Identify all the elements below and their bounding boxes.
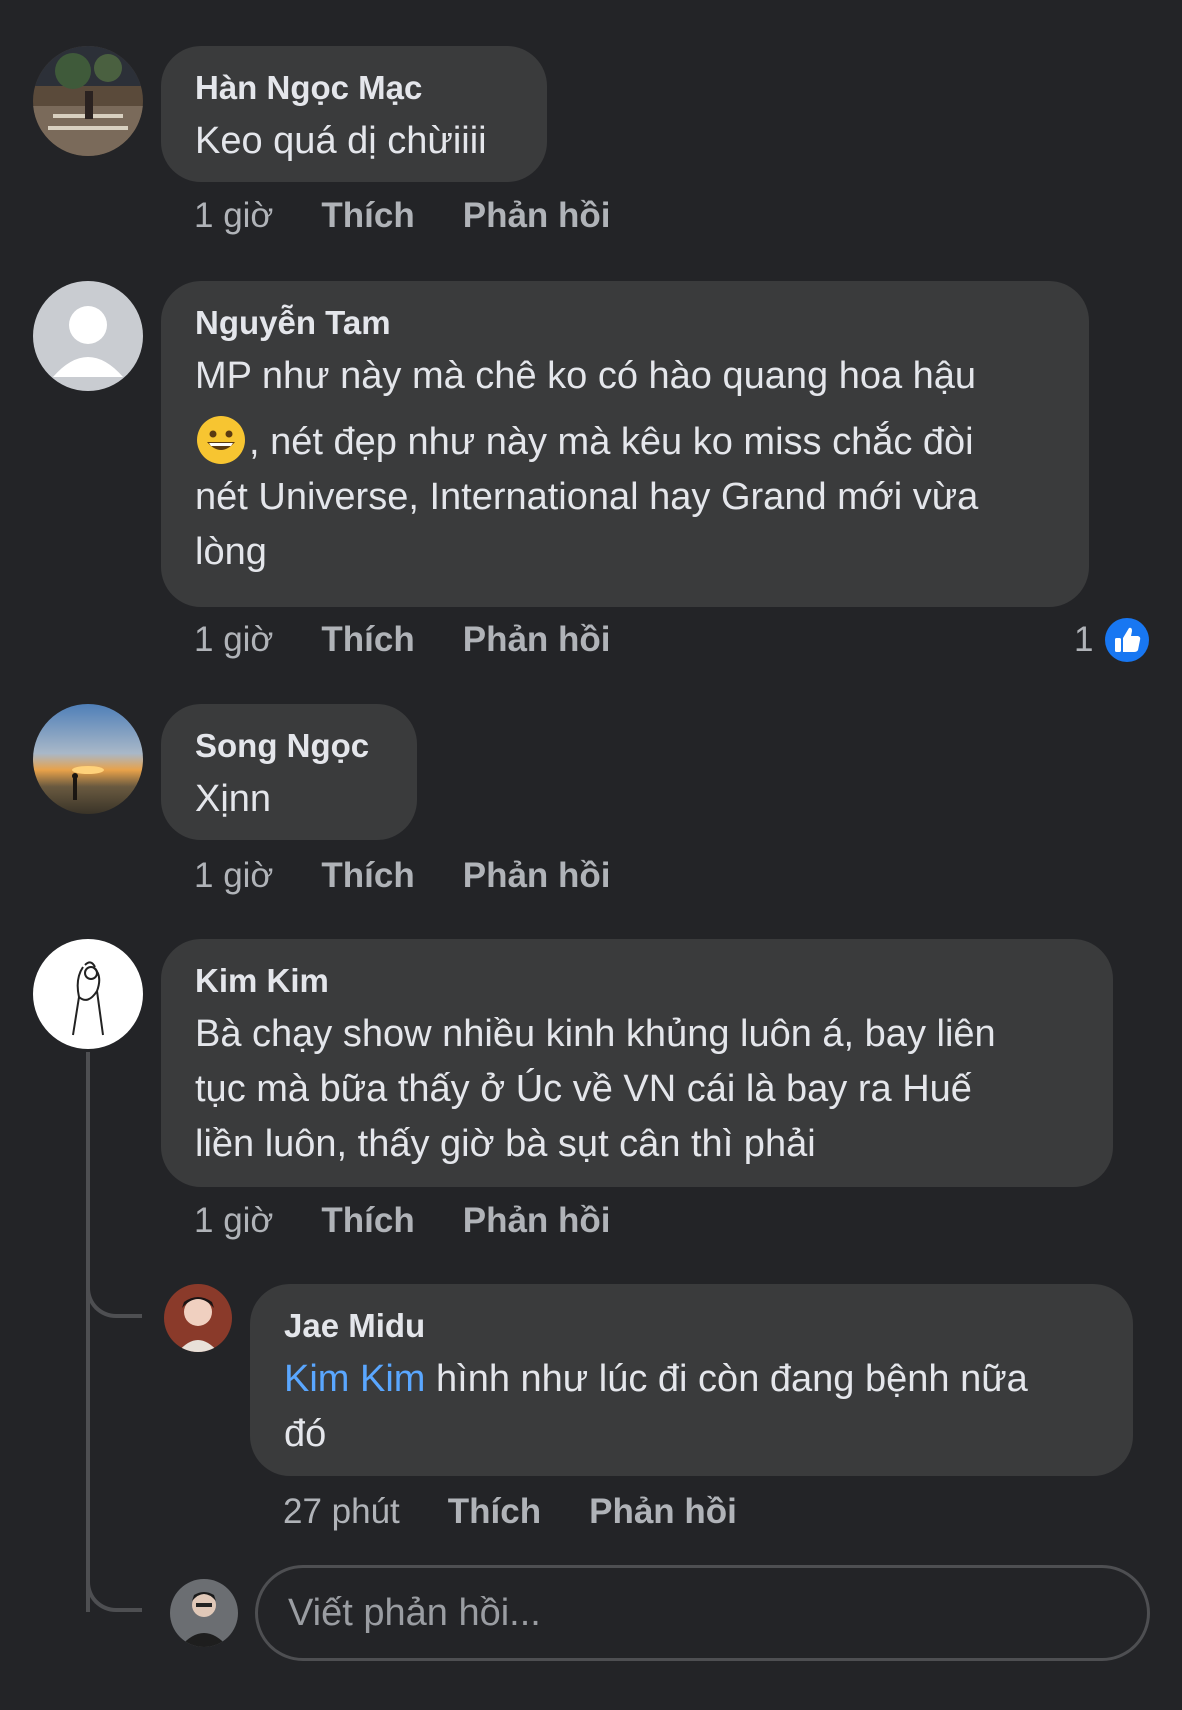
comment-actions: 1 giờ Thích Phản hồi	[194, 620, 659, 660]
comment-text-line: lòng	[195, 531, 267, 573]
comment-text-segment: , nét đẹp như này mà kêu ko miss chắc đò…	[249, 421, 974, 463]
like-button[interactable]: Thích	[321, 856, 414, 896]
reply-text-line: đó	[284, 1413, 327, 1455]
reply-button[interactable]: Phản hồi	[463, 196, 611, 236]
comment-text-line: nét Universe, International hay Grand mớ…	[195, 476, 979, 518]
thread-branch	[86, 1560, 142, 1612]
reply-time[interactable]: 27 phút	[283, 1492, 400, 1532]
comment-time[interactable]: 1 giờ	[194, 620, 273, 660]
comment-author[interactable]: Nguyễn Tam	[195, 303, 1055, 343]
comment-author[interactable]: Kim Kim	[195, 961, 1079, 1001]
mention-link[interactable]: Kim Kim	[284, 1358, 425, 1400]
grinning-face-emoji	[197, 416, 245, 464]
like-badge-icon	[1105, 618, 1150, 662]
like-button[interactable]: Thích	[448, 1492, 541, 1532]
reply-text-segment: hình như lúc đi còn đang bệnh nữa	[425, 1358, 1028, 1400]
comment-text-line-with-emoji: , nét đẹp như này mà kêu ko miss chắc đò…	[195, 414, 1055, 470]
reply-button[interactable]: Phản hồi	[463, 1201, 611, 1241]
comment-text-line: tục mà bữa thấy ở Úc về VN cái là bay ra…	[195, 1068, 972, 1110]
comment-author[interactable]: Hàn Ngọc Mạc	[195, 68, 513, 108]
thread-line	[86, 1052, 90, 1612]
current-user-avatar	[170, 1579, 238, 1647]
reply-actions: 27 phút Thích Phản hồi	[283, 1492, 785, 1532]
avatar[interactable]	[33, 46, 143, 156]
comment-actions: 1 giờ Thích Phản hồi	[194, 856, 659, 896]
comment-bubble: Hàn Ngọc Mạc Keo quá dị chừiiii	[161, 46, 547, 182]
avatar[interactable]	[164, 1284, 232, 1352]
reaction-count[interactable]: 1	[1074, 616, 1151, 664]
like-button[interactable]: Thích	[321, 196, 414, 236]
avatar[interactable]	[33, 939, 143, 1049]
comment-text: Xịnn	[195, 778, 272, 820]
reply-bubble: Jae Midu Kim Kim hình như lúc đi còn đan…	[250, 1284, 1133, 1476]
comment-text: Keo quá dị chừiiii	[195, 120, 487, 162]
comment-text: Bà chạy show nhiều kinh khủng luôn á, ba…	[195, 1007, 1079, 1172]
comment-bubble: Kim Kim Bà chạy show nhiều kinh khủng lu…	[161, 939, 1113, 1187]
reaction-count-number: 1	[1074, 620, 1094, 659]
comment-text-line: Bà chạy show nhiều kinh khủng luôn á, ba…	[195, 1013, 996, 1055]
comment-text: MP như này mà chê ko có hào quang hoa hậ…	[195, 349, 1055, 580]
avatar-default[interactable]	[33, 281, 143, 391]
avatar[interactable]	[33, 704, 143, 814]
reply-button[interactable]: Phản hồi	[463, 856, 611, 896]
comment-text-line: MP như này mà chê ko có hào quang hoa hậ…	[195, 355, 977, 397]
reply-author[interactable]: Jae Midu	[284, 1306, 1099, 1346]
reply-input[interactable]	[255, 1565, 1150, 1661]
reply-button[interactable]: Phản hồi	[463, 620, 611, 660]
comment-time[interactable]: 1 giờ	[194, 856, 273, 896]
reply-button[interactable]: Phản hồi	[589, 1492, 737, 1532]
like-button[interactable]: Thích	[321, 620, 414, 660]
comment-bubble: Nguyễn Tam MP như này mà chê ko có hào q…	[161, 281, 1089, 607]
comment-time[interactable]: 1 giờ	[194, 1201, 273, 1241]
reply-text: Kim Kim hình như lúc đi còn đang bệnh nữ…	[284, 1352, 1099, 1462]
comment-actions: 1 giờ Thích Phản hồi	[194, 196, 659, 236]
comment-bubble: Song Ngọc Xịnn	[161, 704, 417, 840]
comment-author[interactable]: Song Ngọc	[195, 726, 383, 766]
reply-text-line: Kim Kim hình như lúc đi còn đang bệnh nữ…	[284, 1352, 1099, 1407]
comment-time[interactable]: 1 giờ	[194, 196, 273, 236]
comment-actions: 1 giờ Thích Phản hồi	[194, 1201, 659, 1241]
thread-branch	[86, 1240, 142, 1318]
like-button[interactable]: Thích	[321, 1201, 414, 1241]
comment-text-line: liền luôn, thấy giờ bà sụt cân thì phải	[195, 1123, 816, 1165]
